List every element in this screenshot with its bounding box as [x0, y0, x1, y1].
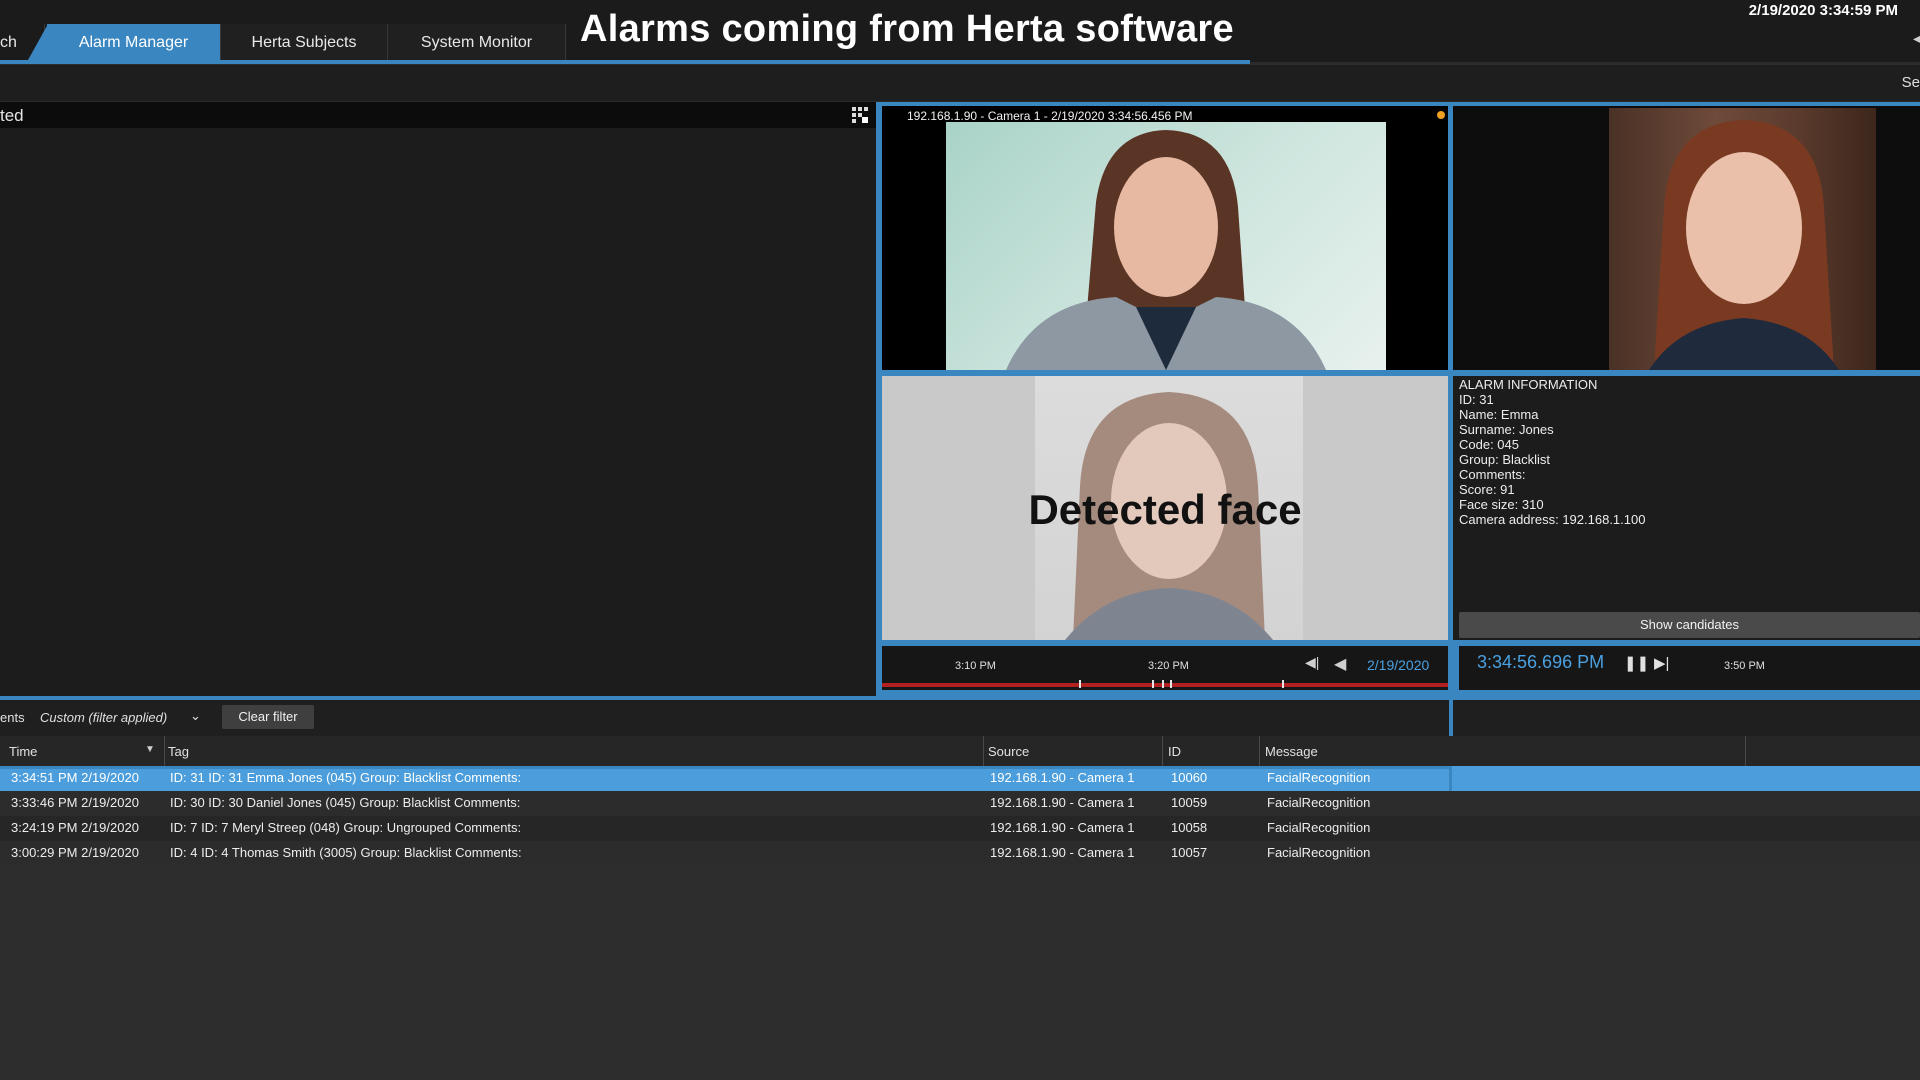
cell-tag: ID: 7 ID: 7 Meryl Streep (048) Group: Un…: [170, 820, 522, 835]
column-header-id[interactable]: ID: [1168, 744, 1181, 759]
clear-filter-button[interactable]: Clear filter: [222, 705, 314, 729]
alarm-info-score: Score: 91: [1459, 482, 1515, 497]
timeline-event-marker: [1162, 680, 1164, 688]
map-panel: [0, 102, 876, 696]
person-silhouette-icon: [1006, 130, 1326, 370]
alarm-info-comments: Comments:: [1459, 467, 1526, 482]
cell-source: 192.168.1.90 - Camera 1: [990, 845, 1135, 860]
table-empty-area: [0, 866, 1920, 1080]
live-camera-image: [946, 122, 1386, 370]
column-separator[interactable]: [164, 736, 165, 766]
alarm-table-header: [0, 736, 1920, 767]
cell-id: 10059: [1171, 795, 1208, 810]
alarm-info-heading: ALARM INFORMATION: [1459, 377, 1598, 392]
toolbar-truncated-label[interactable]: Se: [1902, 74, 1920, 91]
system-clock: 2/19/2020 3:34:59 PM: [1748, 2, 1898, 19]
column-header-source[interactable]: Source: [988, 744, 1029, 759]
timeline-tick-label: 3:20 PM: [1148, 660, 1189, 672]
cell-time: 3:34:51 PM 2/19/2020: [11, 770, 139, 785]
map-panel-title: ted: [0, 106, 24, 125]
cell-message: FacialRecognition: [1267, 820, 1371, 835]
step-back-icon[interactable]: ◀: [1334, 654, 1346, 674]
alarm-info-face-size: Face size: 310: [1459, 497, 1544, 512]
toolbar: [0, 64, 1920, 101]
cell-message: FacialRecognition: [1267, 845, 1371, 860]
pause-icon[interactable]: ❚❚: [1624, 654, 1649, 672]
timeline-event-marker: [1079, 680, 1081, 688]
cell-source: 192.168.1.90 - Camera 1: [990, 820, 1135, 835]
cell-source: 192.168.1.90 - Camera 1: [990, 770, 1135, 785]
column-separator[interactable]: [1745, 736, 1746, 766]
cell-id: 10060: [1171, 770, 1208, 785]
cell-time: 3:24:19 PM 2/19/2020: [11, 820, 139, 835]
cell-message: FacialRecognition: [1267, 795, 1371, 810]
timeline-event-marker: [1170, 680, 1172, 688]
detected-face-caption: Detected face: [1028, 486, 1302, 533]
alarm-info-camera-address: Camera address: 192.168.1.100: [1459, 512, 1646, 527]
column-separator[interactable]: [983, 736, 984, 766]
alarm-info-surname: Surname: Jones: [1459, 422, 1554, 437]
tab-system-monitor[interactable]: System Monitor: [388, 24, 566, 60]
alarm-info-code: Code: 045: [1459, 437, 1519, 452]
cell-time: 3:00:29 PM 2/19/2020: [11, 845, 139, 860]
camera-overlay-title: 192.168.1.90 - Camera 1 - 2/19/2020 3:34…: [907, 109, 1193, 123]
filter-label: ents: [0, 710, 25, 725]
map-panel-header: [0, 102, 876, 128]
cell-time: 3:33:46 PM 2/19/2020: [11, 795, 139, 810]
cell-tag: ID: 30 ID: 30 Daniel Jones (045) Group: …: [170, 795, 521, 810]
playback-time: 3:34:56.696 PM: [1477, 652, 1605, 672]
chevron-down-icon[interactable]: ⌄: [190, 708, 201, 724]
sort-down-icon[interactable]: ▼: [145, 744, 155, 755]
tab-herta-subjects[interactable]: Herta Subjects: [221, 24, 388, 60]
filter-select[interactable]: Custom (filter applied): [40, 710, 167, 725]
cell-id: 10057: [1171, 845, 1208, 860]
timeline-event-marker: [1152, 680, 1154, 688]
alarm-info-group: Group: Blacklist: [1459, 452, 1551, 467]
skip-back-icon[interactable]: ◀|: [1305, 654, 1319, 671]
column-separator[interactable]: [1259, 736, 1260, 766]
play-icon[interactable]: ▶|: [1654, 654, 1669, 672]
tab-alarm-manager-edge: [28, 24, 48, 60]
column-header-tag[interactable]: Tag: [168, 744, 189, 759]
cell-message: FacialRecognition: [1267, 770, 1371, 785]
tab-alarm-manager[interactable]: Alarm Manager: [47, 24, 221, 60]
subject-photo-image: [1609, 108, 1876, 370]
timeline-event-marker: [1282, 680, 1284, 688]
live-status-indicator: [1437, 111, 1445, 119]
timeline-tick-label: 3:10 PM: [955, 660, 996, 672]
column-header-message[interactable]: Message: [1265, 744, 1318, 759]
alarm-information-text: ALARM INFORMATION ID: 31 Name: Emma Surn…: [1459, 377, 1645, 527]
cell-id: 10058: [1171, 820, 1208, 835]
column-separator[interactable]: [1162, 736, 1163, 766]
overlay-caption-title: Alarms coming from Herta software: [580, 8, 1234, 50]
alarm-info-name: Name: Emma: [1459, 407, 1539, 422]
cell-source: 192.168.1.90 - Camera 1: [990, 795, 1135, 810]
subject-silhouette-icon: [1649, 120, 1839, 370]
cell-tag: ID: 4 ID: 4 Thomas Smith (3005) Group: B…: [170, 845, 522, 860]
timeline-recording-bar: [882, 683, 1448, 687]
cell-tag: ID: 31 ID: 31 Emma Jones (045) Group: Bl…: [170, 770, 522, 785]
grid-layout-icon[interactable]: [852, 107, 868, 123]
collapse-arrow-icon[interactable]: ◂: [1913, 30, 1920, 47]
alarm-info-id: ID: 31: [1459, 392, 1494, 407]
timeline-tick-label: 3:50 PM: [1724, 660, 1765, 672]
show-candidates-button[interactable]: Show candidates: [1459, 612, 1920, 638]
column-header-time[interactable]: Time: [9, 744, 37, 759]
timeline-date[interactable]: 2/19/2020: [1367, 657, 1429, 673]
